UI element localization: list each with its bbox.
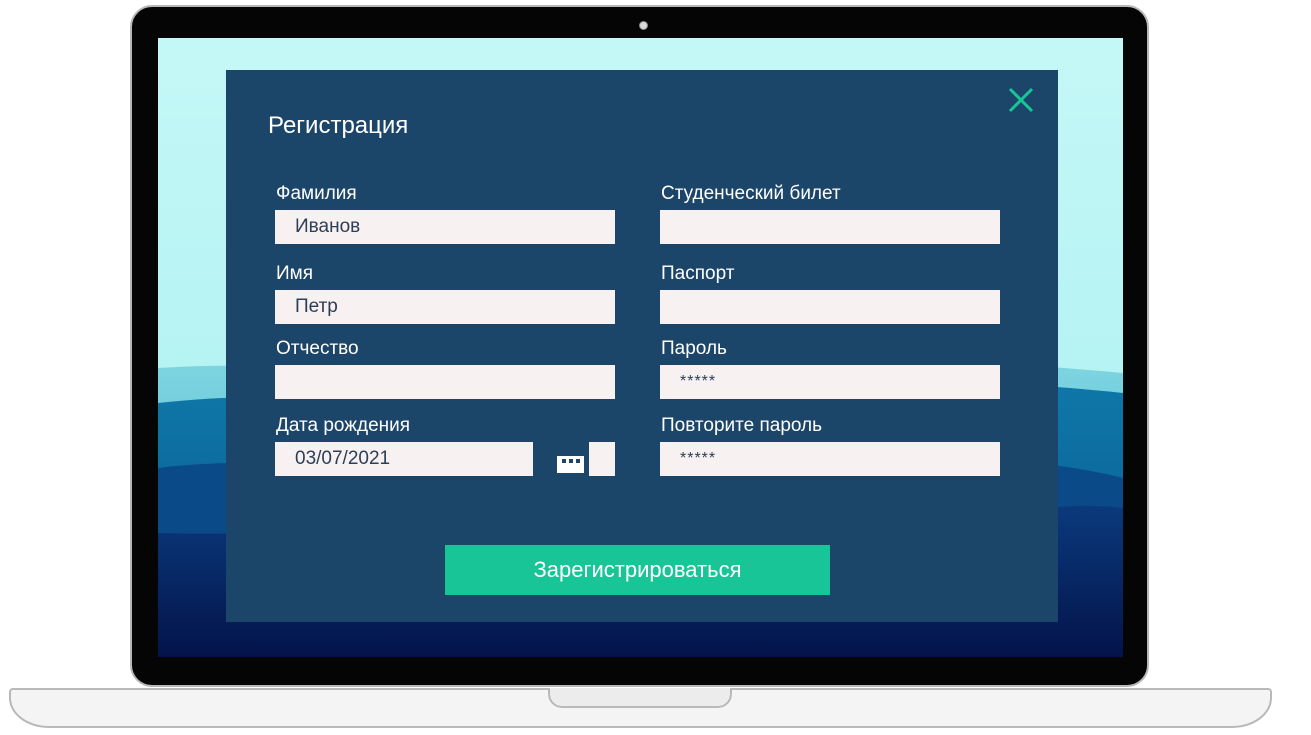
- passport-label: Паспорт: [661, 263, 735, 284]
- birth-date-label: Дата рождения: [276, 415, 411, 436]
- password-label: Пароль: [661, 338, 727, 359]
- student-id-input[interactable]: [660, 210, 1000, 244]
- calendar-icon: [553, 445, 588, 477]
- first-name-input[interactable]: [275, 290, 615, 324]
- first-name-label: Имя: [276, 263, 314, 284]
- last-name-input[interactable]: [275, 210, 615, 244]
- password-repeat-label: Повторите пароль: [661, 415, 823, 436]
- password-input[interactable]: [660, 365, 1000, 399]
- registration-dialog: Регистрация Фамилия Имя Отчество Дата ро…: [226, 70, 1058, 622]
- birth-date-picker: [275, 442, 615, 478]
- passport-input[interactable]: [660, 290, 1000, 324]
- calendar-button[interactable]: [533, 442, 589, 478]
- birth-date-input[interactable]: [275, 442, 533, 476]
- laptop-notch: [548, 688, 732, 708]
- middle-name-input[interactable]: [275, 365, 615, 399]
- camera-icon: [639, 21, 648, 30]
- password-repeat-input[interactable]: [660, 442, 1000, 476]
- dialog-title: Регистрация: [268, 112, 409, 139]
- student-id-label: Студенческий билет: [661, 183, 841, 204]
- close-icon: [1008, 87, 1034, 113]
- close-button[interactable]: [1007, 86, 1035, 114]
- last-name-label: Фамилия: [276, 183, 357, 204]
- register-button[interactable]: Зарегистрироваться: [445, 545, 830, 595]
- middle-name-label: Отчество: [276, 338, 359, 359]
